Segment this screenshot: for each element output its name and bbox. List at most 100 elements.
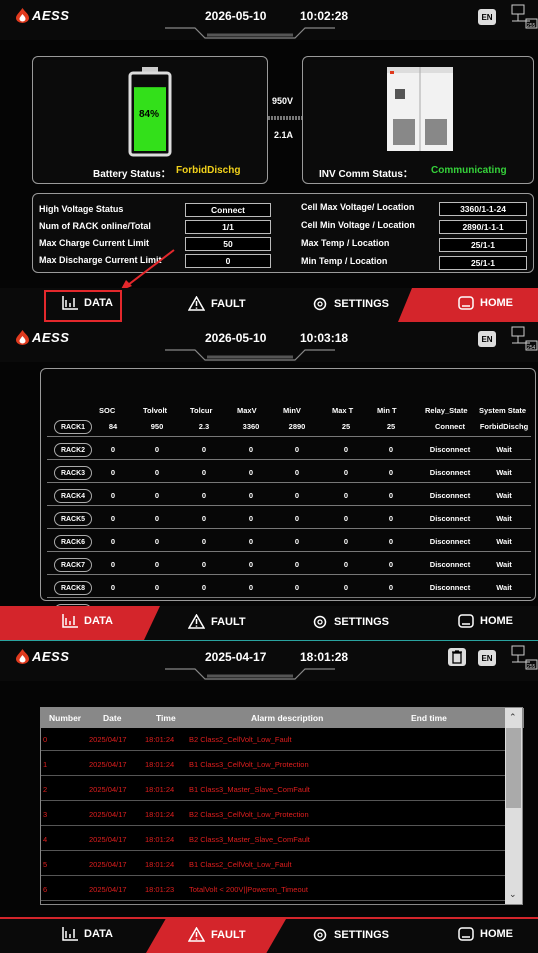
- nav-home[interactable]: HOME: [458, 296, 513, 310]
- bottom-nav: DATA FAULT SETTINGS HOME: [0, 288, 538, 322]
- rack-button[interactable]: RACK5: [54, 512, 92, 526]
- table-cell: 0: [110, 491, 116, 500]
- alarm-time: 18:01:23: [145, 885, 175, 894]
- table-cell: 0: [294, 514, 300, 523]
- table-cell: Connect: [435, 422, 465, 431]
- scrollbar[interactable]: ⌃ ⌄: [505, 708, 522, 904]
- header: AESS 2026-05-10 10:03:18 EN 254: [0, 322, 538, 362]
- bottom-nav: DATA FAULT SETTINGS HOME: [0, 606, 538, 640]
- table-cell: 0: [154, 445, 160, 454]
- rack-button[interactable]: RACK2: [54, 443, 92, 457]
- table-cell: 0: [343, 445, 349, 454]
- alarm-desc: B2 Class2_CellVolt_Low_Fault: [189, 735, 292, 744]
- alarm-date: 2025/04/17: [89, 835, 127, 844]
- language-button[interactable]: EN: [478, 9, 496, 25]
- table-cell: 0: [294, 560, 300, 569]
- column-header: Tolcur: [190, 406, 213, 415]
- alarm-num: 0: [43, 735, 48, 744]
- alarm-row[interactable]: 5 2025/04/17 18:01:24 B1 Class2_CellVolt_Lo…: [41, 853, 507, 876]
- warning-icon: [188, 927, 205, 942]
- rack-button[interactable]: RACK3: [54, 466, 92, 480]
- nav-settings[interactable]: SETTINGS: [312, 614, 389, 630]
- nav-data[interactable]: DATA: [62, 614, 113, 628]
- table-cell: Disconnect: [429, 468, 471, 477]
- column-header: MinV: [283, 406, 301, 415]
- table-cell: 0: [248, 514, 254, 523]
- table-cell: Wait: [496, 491, 512, 500]
- alarm-row[interactable]: 3 2025/04/17 18:01:24 B2 Class3_CellVolt_Lo…: [41, 803, 507, 826]
- alarm-row[interactable]: 1 2025/04/17 18:01:24 B1 Class3_CellVolt_Lo…: [41, 753, 507, 776]
- alarm-desc: TotalVolt < 200V||Poweron_Timeout: [189, 885, 308, 894]
- table-cell: 0: [110, 514, 116, 523]
- alarm-num: 5: [43, 860, 48, 869]
- info-value: 3360/1-1-24: [439, 202, 527, 216]
- inverter-status-value: Communicating: [431, 165, 507, 176]
- info-label: Cell Max Voltage/ Location: [301, 202, 415, 212]
- column-header: Date: [103, 713, 122, 723]
- nav-data[interactable]: DATA: [62, 296, 113, 310]
- table-cell: 0: [201, 537, 207, 546]
- table-cell: 0: [201, 491, 207, 500]
- alarm-row[interactable]: 4 2025/04/17 18:01:24 B2 Class3_Master_Slav…: [41, 828, 507, 851]
- nav-settings[interactable]: SETTINGS: [312, 927, 389, 943]
- table-row: RACK2 0 0 0 0 0 0 0 Disconnect Wait: [47, 441, 531, 460]
- header-time: 10:03:18: [300, 331, 349, 345]
- network-icon[interactable]: 255: [508, 3, 538, 31]
- table-cell: 0: [294, 537, 300, 546]
- table-cell: 0: [248, 491, 254, 500]
- battery-status-label: Battery Status：: [93, 169, 171, 180]
- alarm-desc: B2 Class3_CellVolt_Low_Protection: [189, 810, 309, 819]
- language-button[interactable]: EN: [478, 331, 496, 347]
- column-header: Time: [156, 713, 176, 723]
- warning-icon: [188, 614, 205, 629]
- alarm-date: 2025/04/17: [89, 860, 127, 869]
- bottom-nav: DATA FAULT SETTINGS HOME: [0, 919, 538, 953]
- rack-button[interactable]: RACK7: [54, 558, 92, 572]
- aess-logo: AESS: [16, 8, 69, 23]
- rack-button[interactable]: RACK6: [54, 535, 92, 549]
- column-header: End time: [411, 713, 447, 723]
- rack-button[interactable]: RACK1: [54, 420, 92, 434]
- table-cell: 0: [201, 445, 207, 454]
- table-cell: Wait: [496, 537, 512, 546]
- table-cell: Disconnect: [429, 445, 471, 454]
- aess-logo: AESS: [16, 649, 69, 664]
- table-row: RACK8 0 0 0 0 0 0 0 Disconnect Wait: [47, 579, 531, 598]
- nav-data[interactable]: DATA: [62, 927, 113, 941]
- scroll-thumb[interactable]: [506, 728, 521, 808]
- table-cell: 0: [154, 491, 160, 500]
- battery-soc: 84%: [139, 109, 160, 120]
- network-icon[interactable]: 255: [508, 644, 538, 672]
- alarm-time: 18:01:24: [145, 760, 175, 769]
- table-cell: 0: [110, 445, 116, 454]
- nav-home[interactable]: HOME: [458, 927, 513, 941]
- nav-fault[interactable]: FAULT: [188, 296, 246, 311]
- nav-fault[interactable]: FAULT: [188, 927, 246, 942]
- alarm-num: 1: [43, 760, 48, 769]
- column-header: Relay_State: [425, 406, 468, 415]
- network-icon[interactable]: 254: [508, 325, 538, 353]
- alarm-time: 18:01:24: [145, 735, 175, 744]
- scroll-down-icon[interactable]: ⌄: [509, 889, 517, 900]
- language-button[interactable]: EN: [478, 650, 496, 666]
- trash-icon[interactable]: [448, 648, 466, 666]
- warning-icon: [188, 296, 205, 311]
- table-cell: Wait: [496, 583, 512, 592]
- rack-button[interactable]: RACK4: [54, 489, 92, 503]
- table-cell: 0: [388, 514, 394, 523]
- nav-fault[interactable]: FAULT: [188, 614, 246, 629]
- chart-icon: [62, 296, 78, 310]
- table-cell: 0: [388, 583, 394, 592]
- header-date: 2025-04-17: [205, 650, 267, 664]
- info-label: Max Charge Current Limit: [39, 238, 150, 248]
- nav-home[interactable]: HOME: [458, 614, 513, 628]
- alarm-row[interactable]: 6 2025/04/17 18:01:23 TotalVolt < 200V||Pow…: [41, 878, 507, 901]
- alarm-row[interactable]: 0 2025/04/17 18:01:24 B2 Class2_CellVolt_Lo…: [41, 728, 507, 751]
- scroll-up-icon[interactable]: ⌃: [509, 712, 517, 723]
- nav-settings[interactable]: SETTINGS: [312, 296, 389, 312]
- info-value: 2890/1-1-1: [439, 220, 527, 234]
- alarm-desc: B2 Class3_Master_Slave_ComFault: [189, 835, 310, 844]
- alarm-row[interactable]: 2 2025/04/17 18:01:24 B1 Class3_Master_Slav…: [41, 778, 507, 801]
- table-cell: 0: [294, 491, 300, 500]
- rack-button[interactable]: RACK8: [54, 581, 92, 595]
